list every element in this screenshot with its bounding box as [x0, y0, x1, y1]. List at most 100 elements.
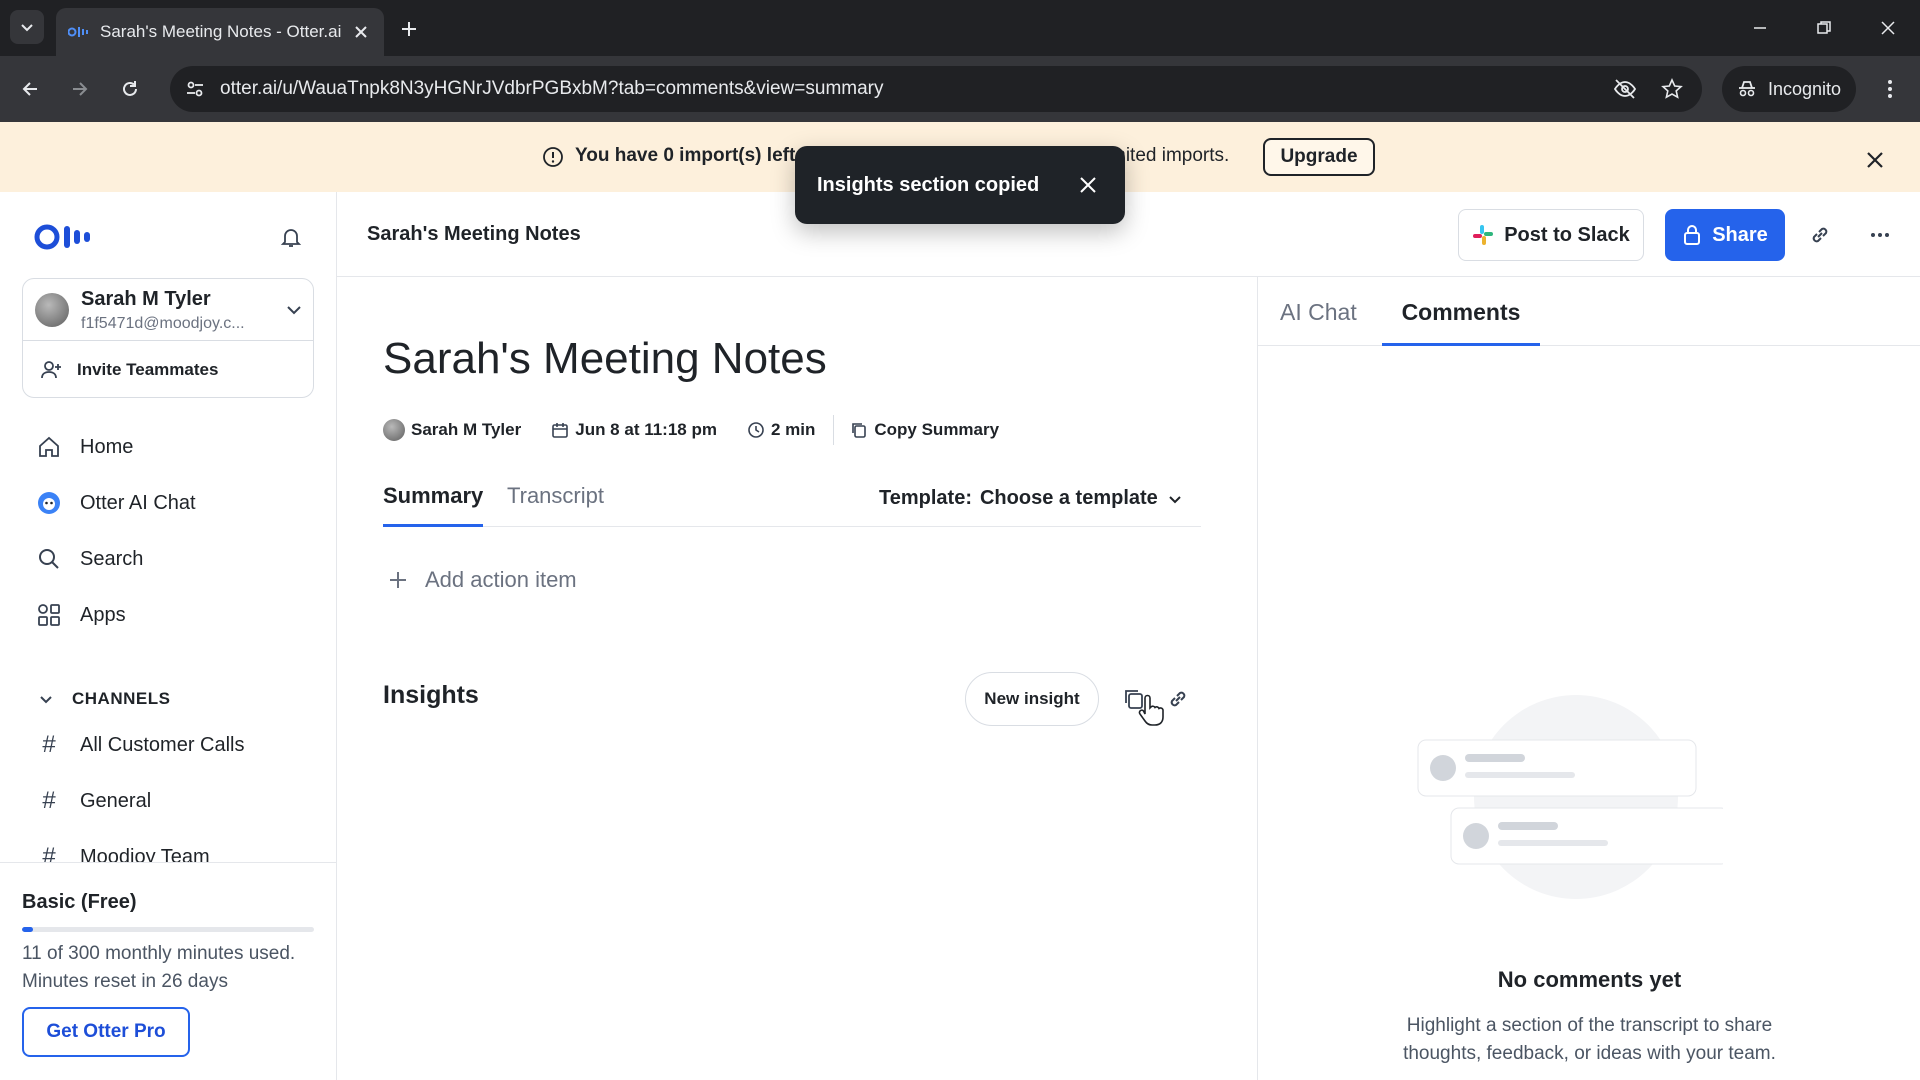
get-otter-pro-button[interactable]: Get Otter Pro [22, 1007, 190, 1057]
chevron-down-icon [287, 306, 301, 315]
hash-icon: # [42, 787, 56, 814]
account-card: Sarah M Tyler f1f5471d@moodjoy.c... Invi… [22, 278, 314, 398]
post-to-slack-button[interactable]: Post to Slack [1458, 209, 1644, 261]
summary-panel: Sarah's Meeting Notes Sarah M Tyler Jun … [337, 277, 1257, 1080]
link-icon [1812, 227, 1828, 243]
forward-button[interactable] [62, 71, 98, 107]
incognito-indicator[interactable]: Incognito [1722, 66, 1856, 112]
add-action-item-button[interactable]: Add action item [387, 567, 577, 593]
reload-button[interactable] [112, 71, 148, 107]
chevron-down-icon [1169, 495, 1181, 503]
sidebar-item-general[interactable]: # General [22, 778, 314, 824]
more-options-button[interactable] [1865, 220, 1895, 250]
tab-transcript[interactable]: Transcript [507, 473, 604, 527]
bell-icon [280, 229, 302, 247]
sidebar-item-search[interactable]: Search [22, 536, 314, 582]
invite-teammates-button[interactable]: Invite Teammates [23, 341, 313, 399]
browser-tab[interactable]: Sarah's Meeting Notes - Otter.ai [56, 8, 384, 56]
sidebar-item-home[interactable]: Home [22, 424, 314, 470]
template-value: Choose a template [979, 487, 1158, 509]
usage-progress-bar [22, 927, 314, 932]
banner-text: You have 0 import(s) left [575, 145, 796, 166]
avatar [383, 419, 405, 441]
account-switcher[interactable]: Sarah M Tyler f1f5471d@moodjoy.c... [23, 279, 313, 341]
sidebar-item-label: Search [80, 547, 144, 570]
toast-notification: Insights section copied [795, 146, 1125, 224]
arrow-right-icon [73, 82, 88, 96]
address-bar[interactable]: otter.ai/u/WauaTnpk8N3yHGNrJVdbrPGBxbM?t… [170, 66, 1702, 112]
sidebar: Sarah M Tyler f1f5471d@moodjoy.c... Invi… [0, 192, 337, 1080]
meeting-meta: Sarah M Tyler Jun 8 at 11:18 pm 2 min Co… [383, 415, 1029, 445]
site-settings-icon[interactable] [180, 74, 210, 104]
meeting-date: Jun 8 at 11:18 pm [575, 420, 717, 439]
copy-link-button[interactable] [1805, 220, 1835, 250]
channel-label: All Customer Calls [80, 733, 245, 756]
otter-ai-chat-icon [38, 492, 60, 514]
toast-close-button[interactable] [1073, 170, 1103, 200]
copy-summary-button[interactable]: Copy Summary [850, 420, 999, 440]
usage-text: 11 of 300 monthly minutes used. [22, 943, 296, 964]
tab-close-icon[interactable] [350, 21, 372, 43]
window-close-button[interactable] [1860, 6, 1916, 50]
banner-close-button[interactable] [1860, 145, 1890, 175]
calendar-icon [552, 423, 569, 438]
page-title: Sarah's Meeting Notes [383, 334, 827, 383]
close-icon [1867, 152, 1883, 168]
channels-section-toggle[interactable]: CHANNELS [22, 679, 314, 719]
right-panel: AI Chat Comments No comments yet Highlig… [1257, 277, 1920, 1080]
share-label: Share [1712, 223, 1768, 246]
upgrade-button[interactable]: Upgrade [1263, 138, 1375, 176]
meta-owner[interactable]: Sarah M Tyler [383, 419, 521, 441]
sidebar-item-apps[interactable]: Apps [22, 592, 314, 638]
minimize-button[interactable] [1732, 6, 1788, 50]
restore-button[interactable] [1796, 6, 1852, 50]
template-selector[interactable]: Template: Choose a template [879, 487, 1184, 510]
meta-divider [833, 415, 835, 445]
right-panel-tabs: AI Chat Comments [1258, 277, 1920, 346]
tab-search-button[interactable] [10, 10, 44, 44]
close-icon [1080, 177, 1096, 193]
add-user-icon [41, 361, 61, 379]
tab-ai-chat[interactable]: AI Chat [1280, 277, 1357, 346]
incognito-icon [1739, 81, 1755, 97]
conversation-header: Sarah's Meeting Notes Post to Slack Shar… [337, 192, 1920, 277]
avatar [35, 293, 69, 327]
slack-icon [1473, 225, 1494, 245]
new-insight-button[interactable]: New insight [965, 672, 1099, 726]
plus-icon [390, 572, 406, 588]
sidebar-item-otter-ai-chat[interactable]: Otter AI Chat [22, 480, 314, 526]
meta-duration: 2 min [747, 420, 815, 440]
new-tab-button[interactable] [394, 14, 424, 44]
sidebar-item-all-customer-calls[interactable]: # All Customer Calls [22, 722, 314, 768]
hash-icon: # [42, 731, 56, 758]
tab-comments[interactable]: Comments [1382, 277, 1540, 346]
notifications-button[interactable] [276, 222, 306, 252]
insights-link-button[interactable] [1163, 684, 1193, 714]
insights-heading: Insights [383, 681, 479, 709]
restore-icon [1817, 21, 1831, 34]
browser-menu-button[interactable] [1872, 71, 1908, 107]
copy-icon [852, 423, 867, 438]
bookmark-star-icon[interactable] [1657, 74, 1687, 104]
apps-icon [38, 604, 60, 626]
plus-icon [402, 22, 416, 36]
share-button[interactable]: Share [1665, 209, 1785, 261]
link-icon [1170, 691, 1186, 707]
back-button[interactable] [12, 71, 48, 107]
empty-comments-illustration [1417, 695, 1723, 899]
hand-cursor-icon [1138, 694, 1164, 726]
tab-summary[interactable]: Summary [383, 473, 484, 527]
search-icon [39, 549, 59, 569]
invite-teammates-label: Invite Teammates [77, 360, 219, 379]
meeting-duration: 2 min [770, 420, 816, 439]
otter-logo[interactable] [34, 222, 104, 252]
owner-name: Sarah M Tyler [411, 420, 522, 439]
otter-favicon-icon [68, 22, 88, 42]
template-label: Template: [879, 487, 972, 509]
reset-text: Minutes reset in 26 days [22, 971, 228, 992]
arrow-left-icon [22, 82, 37, 96]
usage-progress-fill [22, 927, 33, 932]
reload-icon [123, 81, 137, 96]
channels-header: CHANNELS [72, 689, 171, 708]
eye-off-icon[interactable] [1610, 74, 1640, 104]
